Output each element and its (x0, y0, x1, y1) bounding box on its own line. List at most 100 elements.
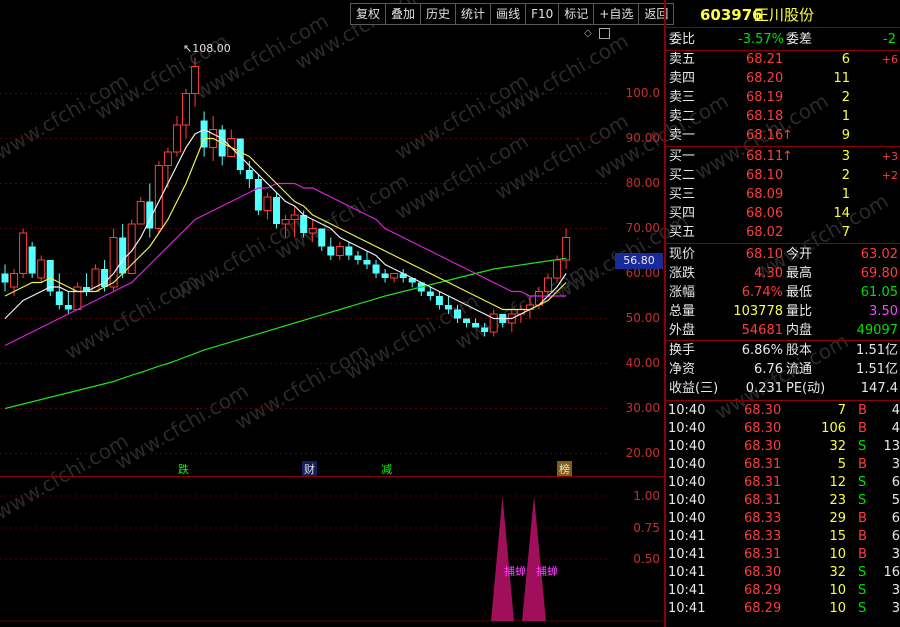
tick-row[interactable]: 10:40 68.30 32 S 13 (668, 438, 900, 456)
quote-row: 现价 68.10 今开 63.02 (668, 246, 900, 264)
tick-volume: 15 (829, 529, 846, 544)
diamond-icon[interactable]: ◇ (584, 28, 592, 39)
asks-row: 卖三 68.19 2 (668, 89, 900, 107)
fundamental-row: 净资 6.76 流通 1.51亿 (668, 361, 900, 379)
tick-volume: 23 (829, 493, 846, 508)
quote-value: 61.05 (860, 285, 898, 300)
tick-row[interactable]: 10:40 68.33 29 B 6 (668, 510, 900, 528)
tick-volume: 5 (837, 457, 846, 472)
candle (444, 305, 452, 310)
toolbar-button-5[interactable]: F10 (526, 3, 560, 25)
asks-price: 68.16 (746, 128, 784, 143)
tick-count: 4 (891, 403, 900, 418)
bids-change: +3 (881, 150, 898, 163)
bids-row: 买二 68.10 2 +2 (668, 167, 900, 185)
toolbar-button-4[interactable]: 画线 (491, 3, 527, 25)
candle (273, 197, 280, 224)
asks-row: 卖五 68.21 6 +6 (668, 51, 900, 69)
toolbar-button-2[interactable]: 历史 (421, 3, 457, 25)
bids-row: 买五 68.02 7 (668, 224, 900, 242)
tick-count: 3 (891, 457, 900, 472)
tick-time: 10:40 (668, 457, 706, 472)
ind-axis-050: 0.50 (633, 552, 660, 566)
quote-row: 外盘 54681 内盘 49097 (668, 322, 900, 340)
tick-volume: 106 (821, 421, 846, 436)
marker-drop[interactable]: 跌 (176, 461, 191, 477)
toolbar-button-0[interactable]: 复权 (350, 3, 387, 25)
quote-label: 外盘 (669, 323, 696, 338)
quote-row: 涨幅 6.74% 最低 61.05 (668, 284, 900, 302)
right-panel-border (664, 0, 666, 627)
fund-value: 0.231 (745, 381, 783, 396)
asks-volume: 11 (833, 71, 850, 86)
tick-count: 3 (891, 583, 900, 598)
bids-volume: 1 (841, 187, 850, 202)
tick-volume: 12 (829, 475, 846, 490)
toolbar-button-7[interactable]: +自选 (594, 3, 640, 25)
bids-row: 买三 68.09 1 (668, 186, 900, 204)
marker-ranking[interactable]: 榜 (557, 461, 572, 477)
bids-volume: 2 (841, 168, 850, 183)
candle (37, 259, 46, 279)
candlestick-chart[interactable] (0, 26, 664, 476)
price-axis-label: 40.00 (625, 355, 660, 370)
candle (19, 232, 28, 274)
candle (327, 246, 335, 256)
quote-label: 量比 (786, 304, 813, 319)
tick-row[interactable]: 10:40 68.30 106 B 4 (668, 420, 900, 438)
tick-row[interactable]: 10:41 68.29 10 S 3 (668, 600, 900, 618)
price-axis-label: 20.00 (625, 445, 660, 460)
quote-value: 63.02 (860, 247, 898, 262)
fundamental-row: 收益(三) 0.231 PE(动) 147.4 (668, 380, 900, 398)
candle (553, 259, 562, 279)
tick-time: 10:41 (668, 547, 706, 562)
asks-label: 卖三 (669, 90, 696, 105)
tick-row[interactable]: 10:41 68.30 32 S 16 (668, 564, 900, 582)
toolbar-button-6[interactable]: 标记 (559, 3, 595, 25)
candle (281, 219, 290, 225)
quote-label: 最高 (786, 266, 813, 281)
tick-row[interactable]: 10:41 68.29 10 S 3 (668, 582, 900, 600)
candle (182, 93, 190, 126)
candle (481, 327, 489, 332)
price-axis-label: 100.0 (625, 85, 660, 100)
indicator-chart[interactable] (0, 477, 664, 627)
divider (666, 340, 900, 341)
tick-row[interactable]: 10:41 68.31 10 B 3 (668, 546, 900, 564)
toolbar-button-3[interactable]: 统计 (456, 3, 492, 25)
asks-change: +6 (881, 53, 898, 66)
tick-price: 68.30 (744, 439, 782, 454)
price-axis-label: 30.00 (625, 400, 660, 415)
tick-price: 68.31 (744, 547, 782, 562)
quote-value: 103778 (733, 304, 783, 319)
asks-price: 68.19 (746, 90, 784, 105)
tick-count: 5 (891, 493, 900, 508)
quote-label: 现价 (669, 247, 696, 262)
candle (300, 215, 308, 233)
asks-arrow-icon: ↑ (782, 128, 793, 143)
tick-time: 10:40 (668, 511, 706, 526)
candle (263, 196, 272, 211)
candle (562, 237, 571, 261)
tick-time: 10:40 (668, 439, 706, 454)
ma-line-green (4, 257, 567, 410)
marker-reduce[interactable]: 减 (379, 461, 394, 477)
asks-volume: 9 (841, 128, 850, 143)
marker-finance[interactable]: 财 (302, 461, 317, 477)
tick-row[interactable]: 10:41 68.33 15 B 6 (668, 528, 900, 546)
tick-row[interactable]: 10:40 68.31 12 S 6 (668, 474, 900, 492)
toolbar-button-1[interactable]: 叠加 (386, 3, 422, 25)
tick-row[interactable]: 10:40 68.31 23 S 5 (668, 492, 900, 510)
tick-side: B (858, 547, 867, 562)
stock-name: 正川股份 (754, 6, 815, 24)
panel-toggle-icon[interactable] (599, 28, 610, 39)
tick-count: 16 (883, 565, 900, 580)
tick-row[interactable]: 10:40 68.30 7 B 4 (668, 402, 900, 420)
indicator-label: 捕蝉 (536, 565, 558, 578)
candle (335, 246, 344, 256)
tick-count: 6 (891, 511, 900, 526)
candle (345, 246, 353, 256)
tick-volume: 29 (829, 511, 846, 526)
candle (454, 309, 461, 319)
tick-row[interactable]: 10:40 68.31 5 B 3 (668, 456, 900, 474)
